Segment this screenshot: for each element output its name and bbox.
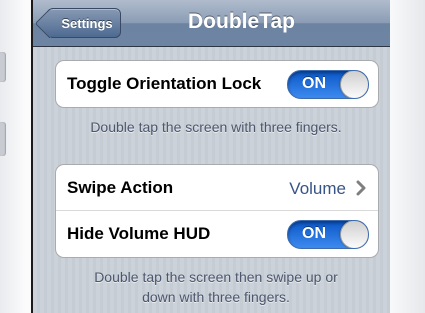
switch-knob xyxy=(340,221,368,248)
volume-up-button xyxy=(0,122,6,156)
hide-volume-hud-switch[interactable]: ON xyxy=(287,220,369,249)
mute-switch xyxy=(0,52,6,82)
orientation-footer: Double tap the screen with three fingers… xyxy=(90,119,342,135)
swipe-action-value: Volume xyxy=(289,179,346,198)
phone-bezel xyxy=(390,0,425,313)
switch-on-label: ON xyxy=(302,225,326,242)
page-title: DoubleTap xyxy=(188,10,295,33)
switch-knob xyxy=(340,71,368,98)
hide-volume-hud-row: Hide Volume HUD ON xyxy=(56,211,378,257)
orientation-lock-switch[interactable]: ON xyxy=(287,70,369,99)
footer-line: Double tap the screen then swipe up or xyxy=(94,269,338,285)
volume-footer: Double tap the screen then swipe up or d… xyxy=(55,267,377,307)
chevron-right-icon xyxy=(356,180,366,196)
screen: Settings DoubleTap Toggle Orientation Lo… xyxy=(31,0,392,313)
orientation-group: Toggle Orientation Lock ON xyxy=(55,60,379,108)
row-label: Toggle Orientation Lock xyxy=(67,74,262,93)
row-label: Hide Volume HUD xyxy=(67,224,211,243)
footer-line: down with three fingers. xyxy=(142,289,290,305)
switch-on-label: ON xyxy=(302,75,326,92)
phone-frame: Settings DoubleTap Toggle Orientation Lo… xyxy=(0,0,425,313)
toggle-orientation-lock-row: Toggle Orientation Lock ON xyxy=(56,61,378,107)
row-label: Swipe Action xyxy=(67,178,174,197)
swipe-action-row[interactable]: Swipe Action Volume xyxy=(56,165,378,211)
volume-group: Swipe Action Volume Hide Volume HUD ON xyxy=(55,164,379,258)
navigation-bar: Settings DoubleTap xyxy=(33,0,390,47)
